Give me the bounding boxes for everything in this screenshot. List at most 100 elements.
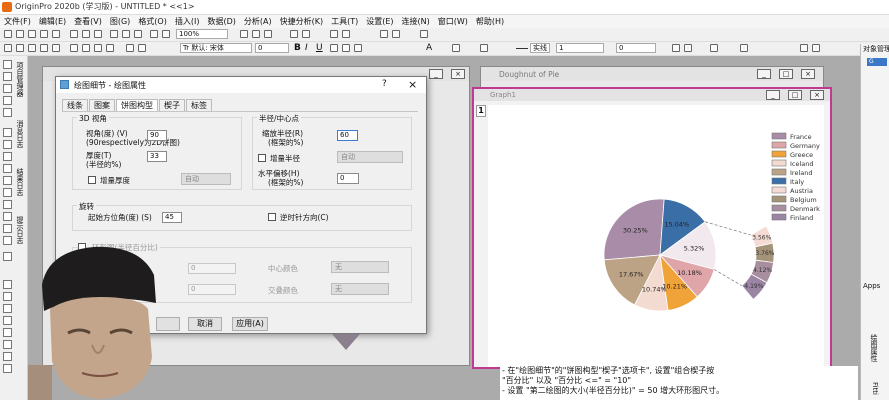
- menu-quick-analysis[interactable]: 快捷分析(K): [276, 15, 328, 28]
- line-tool-icon[interactable]: [3, 188, 12, 197]
- results-log-tab[interactable]: 结果日志: [14, 168, 24, 196]
- close-icon[interactable]: ×: [810, 90, 824, 100]
- help-button[interactable]: ?: [382, 79, 387, 89]
- front-icon[interactable]: [94, 44, 102, 52]
- add-layer-icon[interactable]: [330, 30, 338, 38]
- center-color-select[interactable]: 无: [331, 261, 389, 273]
- matrix-icon[interactable]: [138, 44, 146, 52]
- tab-labels[interactable]: 标签: [186, 99, 212, 111]
- text-tool-icon[interactable]: [3, 152, 12, 161]
- data-reader-icon[interactable]: [3, 96, 12, 105]
- distribute-icon[interactable]: [52, 44, 60, 52]
- fitting-tab[interactable]: Fitti: [869, 382, 879, 395]
- mask-icon[interactable]: [3, 140, 12, 149]
- italic-icon[interactable]: I: [305, 43, 308, 53]
- cancel-button[interactable]: 取消: [188, 317, 222, 331]
- layer-tool-icon[interactable]: [3, 304, 12, 313]
- close-icon[interactable]: ×: [451, 69, 465, 79]
- new-worksheet-icon[interactable]: [16, 30, 24, 38]
- menu-help[interactable]: 帮助(H): [472, 15, 508, 28]
- line-width-select[interactable]: 1: [556, 43, 604, 53]
- close-button[interactable]: ×: [408, 78, 417, 91]
- menu-view[interactable]: 查看(V): [70, 15, 106, 28]
- select-icon[interactable]: [4, 44, 12, 52]
- menu-data[interactable]: 数据(D): [203, 15, 239, 28]
- ungroup-icon[interactable]: [82, 44, 90, 52]
- radius-auto-select[interactable]: 自动: [337, 151, 403, 163]
- rectangle-tool-icon[interactable]: [3, 200, 12, 209]
- font-select[interactable]: Tr 默认: 宋体: [180, 43, 252, 53]
- script-window-icon[interactable]: [252, 30, 260, 38]
- zoom-out-icon[interactable]: [162, 30, 170, 38]
- project-manager-tab[interactable]: 项目管理器: [14, 62, 24, 97]
- line-style-icon[interactable]: [516, 48, 528, 49]
- label-tool-icon[interactable]: [3, 352, 12, 361]
- thickness-auto-select[interactable]: 自动: [181, 173, 231, 185]
- menu-file[interactable]: 文件(F): [0, 15, 35, 28]
- scale-tool-icon[interactable]: [3, 84, 12, 93]
- menu-format[interactable]: 格式(O): [134, 15, 171, 28]
- results-log-icon[interactable]: [290, 30, 298, 38]
- circle-tool-icon[interactable]: [3, 212, 12, 221]
- bold-icon[interactable]: B: [294, 43, 301, 53]
- increase-radius-checkbox[interactable]: [258, 154, 266, 162]
- back-icon[interactable]: [106, 44, 114, 52]
- plot-details-tab[interactable]: 绘图属性: [869, 334, 879, 362]
- extra-value-field[interactable]: 0: [616, 43, 656, 53]
- new-project-icon[interactable]: [4, 30, 12, 38]
- line-style-select[interactable]: 实线: [530, 43, 550, 53]
- color-scale-icon[interactable]: [3, 292, 12, 301]
- link-tool-icon[interactable]: [3, 364, 12, 373]
- zoom-tool-icon[interactable]: [3, 72, 12, 81]
- refresh-icon[interactable]: [110, 30, 118, 38]
- freehand-tool-icon[interactable]: [3, 252, 12, 261]
- tab-lines[interactable]: 线条: [62, 99, 88, 111]
- print-icon[interactable]: [82, 30, 90, 38]
- menu-connect[interactable]: 连接(N): [398, 15, 434, 28]
- symbol-icon[interactable]: [672, 44, 680, 52]
- pointer-tool-icon[interactable]: [3, 60, 12, 69]
- menu-settings[interactable]: 设置(E): [362, 15, 397, 28]
- arrow-icon[interactable]: [710, 44, 718, 52]
- minimize-icon[interactable]: _: [757, 69, 771, 79]
- h-offset-input[interactable]: 0: [337, 173, 359, 184]
- region-tool-icon[interactable]: [3, 236, 12, 245]
- annotation-icon[interactable]: [3, 128, 12, 137]
- cross-color-select[interactable]: 无: [331, 283, 389, 295]
- move-icon[interactable]: [16, 44, 24, 52]
- menu-insert[interactable]: 插入(I): [171, 15, 204, 28]
- ring-overlap-input[interactable]: 0: [188, 284, 236, 295]
- font-color-icon[interactable]: A: [426, 43, 432, 53]
- menu-graph[interactable]: 图(G): [106, 15, 134, 28]
- open-icon[interactable]: [40, 30, 48, 38]
- layout-icon[interactable]: [800, 44, 808, 52]
- date-time-icon[interactable]: [3, 340, 12, 349]
- image-tool-icon[interactable]: [3, 328, 12, 337]
- plot-color-icon[interactable]: [740, 44, 748, 52]
- rescale-icon[interactable]: [240, 30, 248, 38]
- screen-reader-icon[interactable]: [3, 108, 12, 117]
- symbol-size-icon[interactable]: [684, 44, 692, 52]
- object-manager-item[interactable]: G: [867, 58, 887, 66]
- menu-analysis[interactable]: 分析(A): [240, 15, 276, 28]
- minimize-icon[interactable]: _: [429, 69, 443, 79]
- export-icon[interactable]: [380, 30, 388, 38]
- save-icon[interactable]: [52, 30, 60, 38]
- align-icon[interactable]: [40, 44, 48, 52]
- increase-thickness-checkbox[interactable]: [88, 176, 96, 184]
- underline-icon[interactable]: U: [316, 43, 323, 53]
- apply-button[interactable]: 应用(A): [232, 317, 268, 331]
- view-angle-input[interactable]: 90: [147, 130, 167, 141]
- tab-wedges[interactable]: 楔子: [159, 99, 185, 111]
- restore-icon[interactable]: □: [788, 90, 802, 100]
- greek-icon[interactable]: [354, 44, 362, 52]
- tab-pattern[interactable]: 图案: [89, 99, 115, 111]
- tab-pie-geometry[interactable]: 饼图构型: [116, 99, 158, 111]
- superscript-icon[interactable]: [330, 44, 338, 52]
- message-log-tab[interactable]: 消息日志: [14, 120, 24, 148]
- layer-number-icon[interactable]: 1: [476, 105, 486, 117]
- hint-log-tab[interactable]: 提示日志: [14, 216, 24, 244]
- table-tool-icon[interactable]: [3, 316, 12, 325]
- arrow-tool-icon[interactable]: [3, 164, 12, 173]
- start-angle-input[interactable]: 45: [162, 212, 182, 223]
